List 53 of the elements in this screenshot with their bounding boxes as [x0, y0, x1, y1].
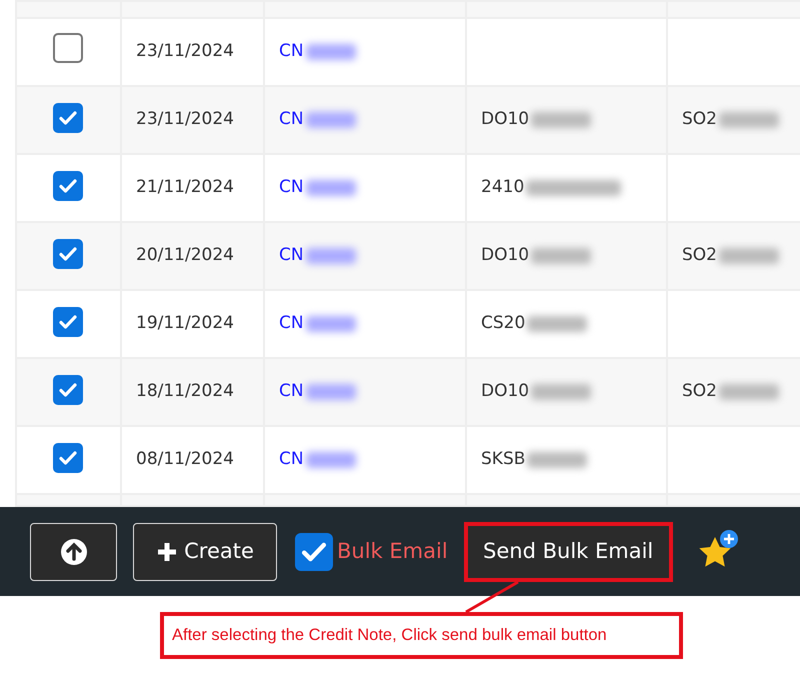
table-cell: SKSB: [481, 449, 526, 470]
blurred-text: [306, 316, 356, 332]
credit-note-link[interactable]: CN: [279, 313, 304, 334]
date-cell: 20/11/2024: [136, 245, 234, 266]
blurred-text: [527, 316, 588, 332]
create-button[interactable]: Create: [133, 522, 277, 580]
table-cell: DO10: [481, 245, 530, 266]
table-cell: CS20: [481, 313, 526, 334]
date-cell: 23/11/2024: [136, 109, 234, 130]
blurred-text: [306, 384, 356, 400]
blurred-text: [719, 384, 779, 400]
blurred-text: [527, 452, 588, 468]
date-cell: 08/11/2024: [136, 449, 234, 470]
blurred-text: [306, 44, 356, 60]
row-checkbox[interactable]: [53, 375, 83, 406]
blurred-text: [531, 384, 592, 400]
scroll-up-button[interactable]: [30, 522, 117, 580]
credit-note-link[interactable]: CN: [279, 177, 304, 198]
leader-line: [465, 580, 519, 614]
credit-note-link[interactable]: CN: [279, 245, 304, 266]
credit-note-link[interactable]: CN: [279, 449, 304, 470]
row-checkbox[interactable]: [53, 32, 83, 63]
bulk-email-label: Bulk Email: [337, 538, 448, 565]
date-cell: 18/11/2024: [136, 381, 234, 402]
blurred-text: [306, 112, 356, 128]
blurred-text: [719, 248, 779, 264]
date-cell: 21/11/2024: [136, 177, 234, 198]
table-cell: SO2: [682, 245, 717, 266]
blurred-text: [531, 112, 592, 128]
row-checkbox[interactable]: [53, 239, 83, 270]
row-checkbox[interactable]: [53, 307, 83, 338]
blurred-text: [719, 112, 779, 128]
blurred-text: [306, 452, 356, 468]
blurred-text: [306, 248, 356, 264]
row-checkbox[interactable]: [53, 103, 83, 134]
credit-note-link[interactable]: CN: [279, 109, 304, 130]
table-cell: DO10: [481, 381, 530, 402]
credit-note-link[interactable]: CN: [279, 381, 304, 402]
bulk-email-checkbox[interactable]: [295, 532, 333, 570]
table-cell: SO2: [682, 109, 717, 130]
send-bulk-email-button[interactable]: Send Bulk Email: [464, 522, 673, 582]
callout-note: After selecting the Credit Note, Click send bulk email button: [160, 612, 683, 659]
credit-note-link[interactable]: CN: [279, 41, 304, 62]
table-cell: DO10: [481, 109, 530, 130]
row-checkbox[interactable]: [53, 443, 83, 474]
table-cell: SO2: [682, 381, 717, 402]
table-cell: 2410: [481, 177, 524, 198]
blurred-text: [306, 180, 356, 196]
blurred-text: [531, 248, 592, 264]
date-cell: 23/11/2024: [136, 41, 234, 62]
date-cell: 19/11/2024: [136, 313, 234, 334]
plus-icon: [156, 540, 178, 562]
row-checkbox[interactable]: [53, 171, 83, 202]
